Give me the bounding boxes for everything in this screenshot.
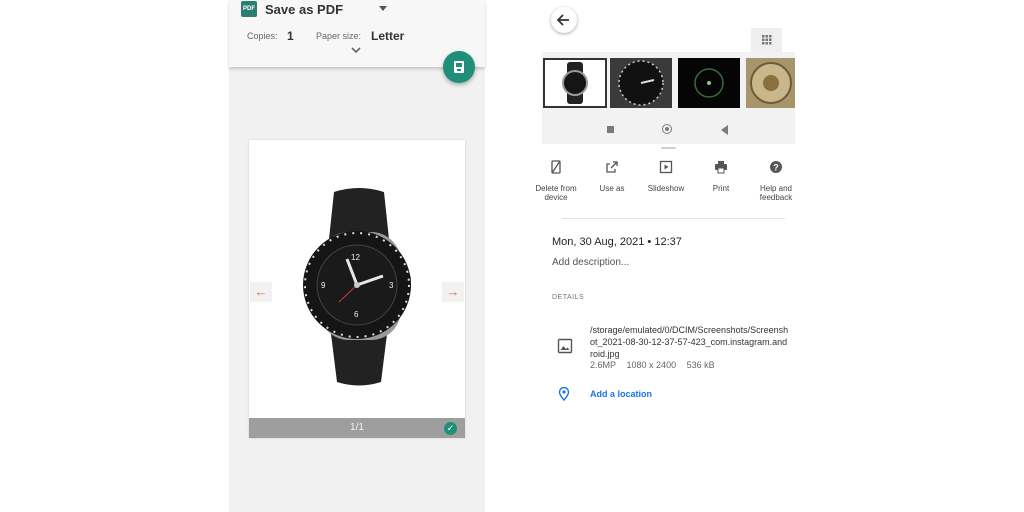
svg-text:?: ? bbox=[773, 163, 779, 173]
photo-details-panel: Delete from device Use as Slideshow Prin… bbox=[535, 0, 795, 512]
back-button[interactable] bbox=[551, 7, 577, 33]
slideshow-button[interactable]: Slideshow bbox=[640, 160, 692, 193]
android-nav-bar bbox=[542, 116, 795, 144]
details-heading: DETAILS bbox=[552, 294, 585, 301]
add-location-link[interactable]: Add a location bbox=[590, 389, 652, 399]
print-dialog: PDF Save as PDF Copies: 1 Paper size: Le… bbox=[229, 0, 485, 512]
page-counter: 1/1 bbox=[350, 422, 364, 433]
destination-select[interactable]: Save as PDF bbox=[265, 2, 343, 17]
svg-text:12: 12 bbox=[351, 253, 360, 262]
trash-phone-icon bbox=[551, 160, 561, 174]
print-preview-page: 12 3 6 9 1/1 ✓ bbox=[249, 140, 465, 438]
help-and-feedback-button[interactable]: ? Help and feedback bbox=[750, 160, 802, 202]
printer-icon bbox=[715, 161, 727, 174]
action-label: Help and feedback bbox=[759, 184, 793, 202]
thumbnail[interactable] bbox=[678, 58, 740, 108]
grid-icon bbox=[762, 35, 772, 45]
location-pin-icon bbox=[558, 387, 570, 401]
file-specs: 2.6MP 1080 x 2400 536 kB bbox=[590, 360, 723, 370]
open-external-icon bbox=[606, 161, 618, 173]
image-icon bbox=[557, 338, 573, 354]
copies-label: Copies: bbox=[247, 31, 278, 41]
print-button[interactable]: Print bbox=[695, 160, 747, 193]
copies-value[interactable]: 1 bbox=[287, 29, 294, 43]
paper-size-value[interactable]: Letter bbox=[371, 29, 404, 43]
photo-date: Mon, 30 Aug, 2021 bbox=[552, 236, 645, 248]
chevron-down-icon[interactable] bbox=[351, 46, 361, 57]
action-label: Use as bbox=[599, 184, 625, 193]
add-description-input[interactable]: Add description... bbox=[552, 257, 629, 268]
watch-image: 12 3 6 9 bbox=[303, 188, 411, 386]
back-nav-icon[interactable] bbox=[721, 125, 728, 135]
photo-date-time: Mon, 30 Aug, 2021 • 12:37 bbox=[552, 236, 682, 248]
drag-handle[interactable] bbox=[661, 147, 676, 149]
recents-icon[interactable] bbox=[607, 126, 614, 133]
resolution: 1080 x 2400 bbox=[626, 360, 677, 370]
delete-from-device-button[interactable]: Delete from device bbox=[530, 160, 582, 202]
divider bbox=[562, 218, 785, 219]
megapixels: 2.6MP bbox=[590, 360, 617, 370]
page-selected-check-icon[interactable]: ✓ bbox=[444, 422, 457, 435]
thumbnail[interactable] bbox=[610, 58, 672, 108]
thumbnail[interactable] bbox=[746, 58, 795, 108]
home-icon[interactable] bbox=[662, 124, 672, 134]
svg-text:3: 3 bbox=[389, 281, 394, 290]
svg-text:9: 9 bbox=[321, 281, 326, 290]
grid-view-button[interactable] bbox=[751, 28, 782, 52]
slideshow-icon bbox=[659, 160, 673, 174]
file-path: /storage/emulated/0/DCIM/Screenshots/Scr… bbox=[590, 325, 789, 359]
next-page-arrow-icon[interactable]: → bbox=[442, 282, 464, 302]
previous-page-arrow-icon[interactable]: ← bbox=[250, 282, 272, 302]
svg-text:6: 6 bbox=[354, 310, 359, 319]
paper-size-label: Paper size: bbox=[316, 31, 362, 41]
save-pdf-button[interactable] bbox=[443, 51, 475, 83]
action-label: Slideshow bbox=[647, 184, 685, 193]
help-icon: ? bbox=[770, 161, 782, 173]
dropdown-arrow-icon[interactable] bbox=[379, 6, 387, 11]
download-pdf-icon bbox=[454, 61, 464, 73]
pdf-icon: PDF bbox=[241, 1, 257, 17]
photo-time: 12:37 bbox=[654, 236, 682, 248]
file-size: 536 kB bbox=[686, 360, 715, 370]
arrow-back-icon bbox=[556, 14, 569, 26]
thumbnail[interactable] bbox=[543, 58, 607, 108]
action-label: Print bbox=[712, 184, 730, 193]
action-label: Delete from device bbox=[535, 184, 577, 202]
thumbnail-strip bbox=[542, 52, 795, 116]
use-as-button[interactable]: Use as bbox=[586, 160, 638, 193]
